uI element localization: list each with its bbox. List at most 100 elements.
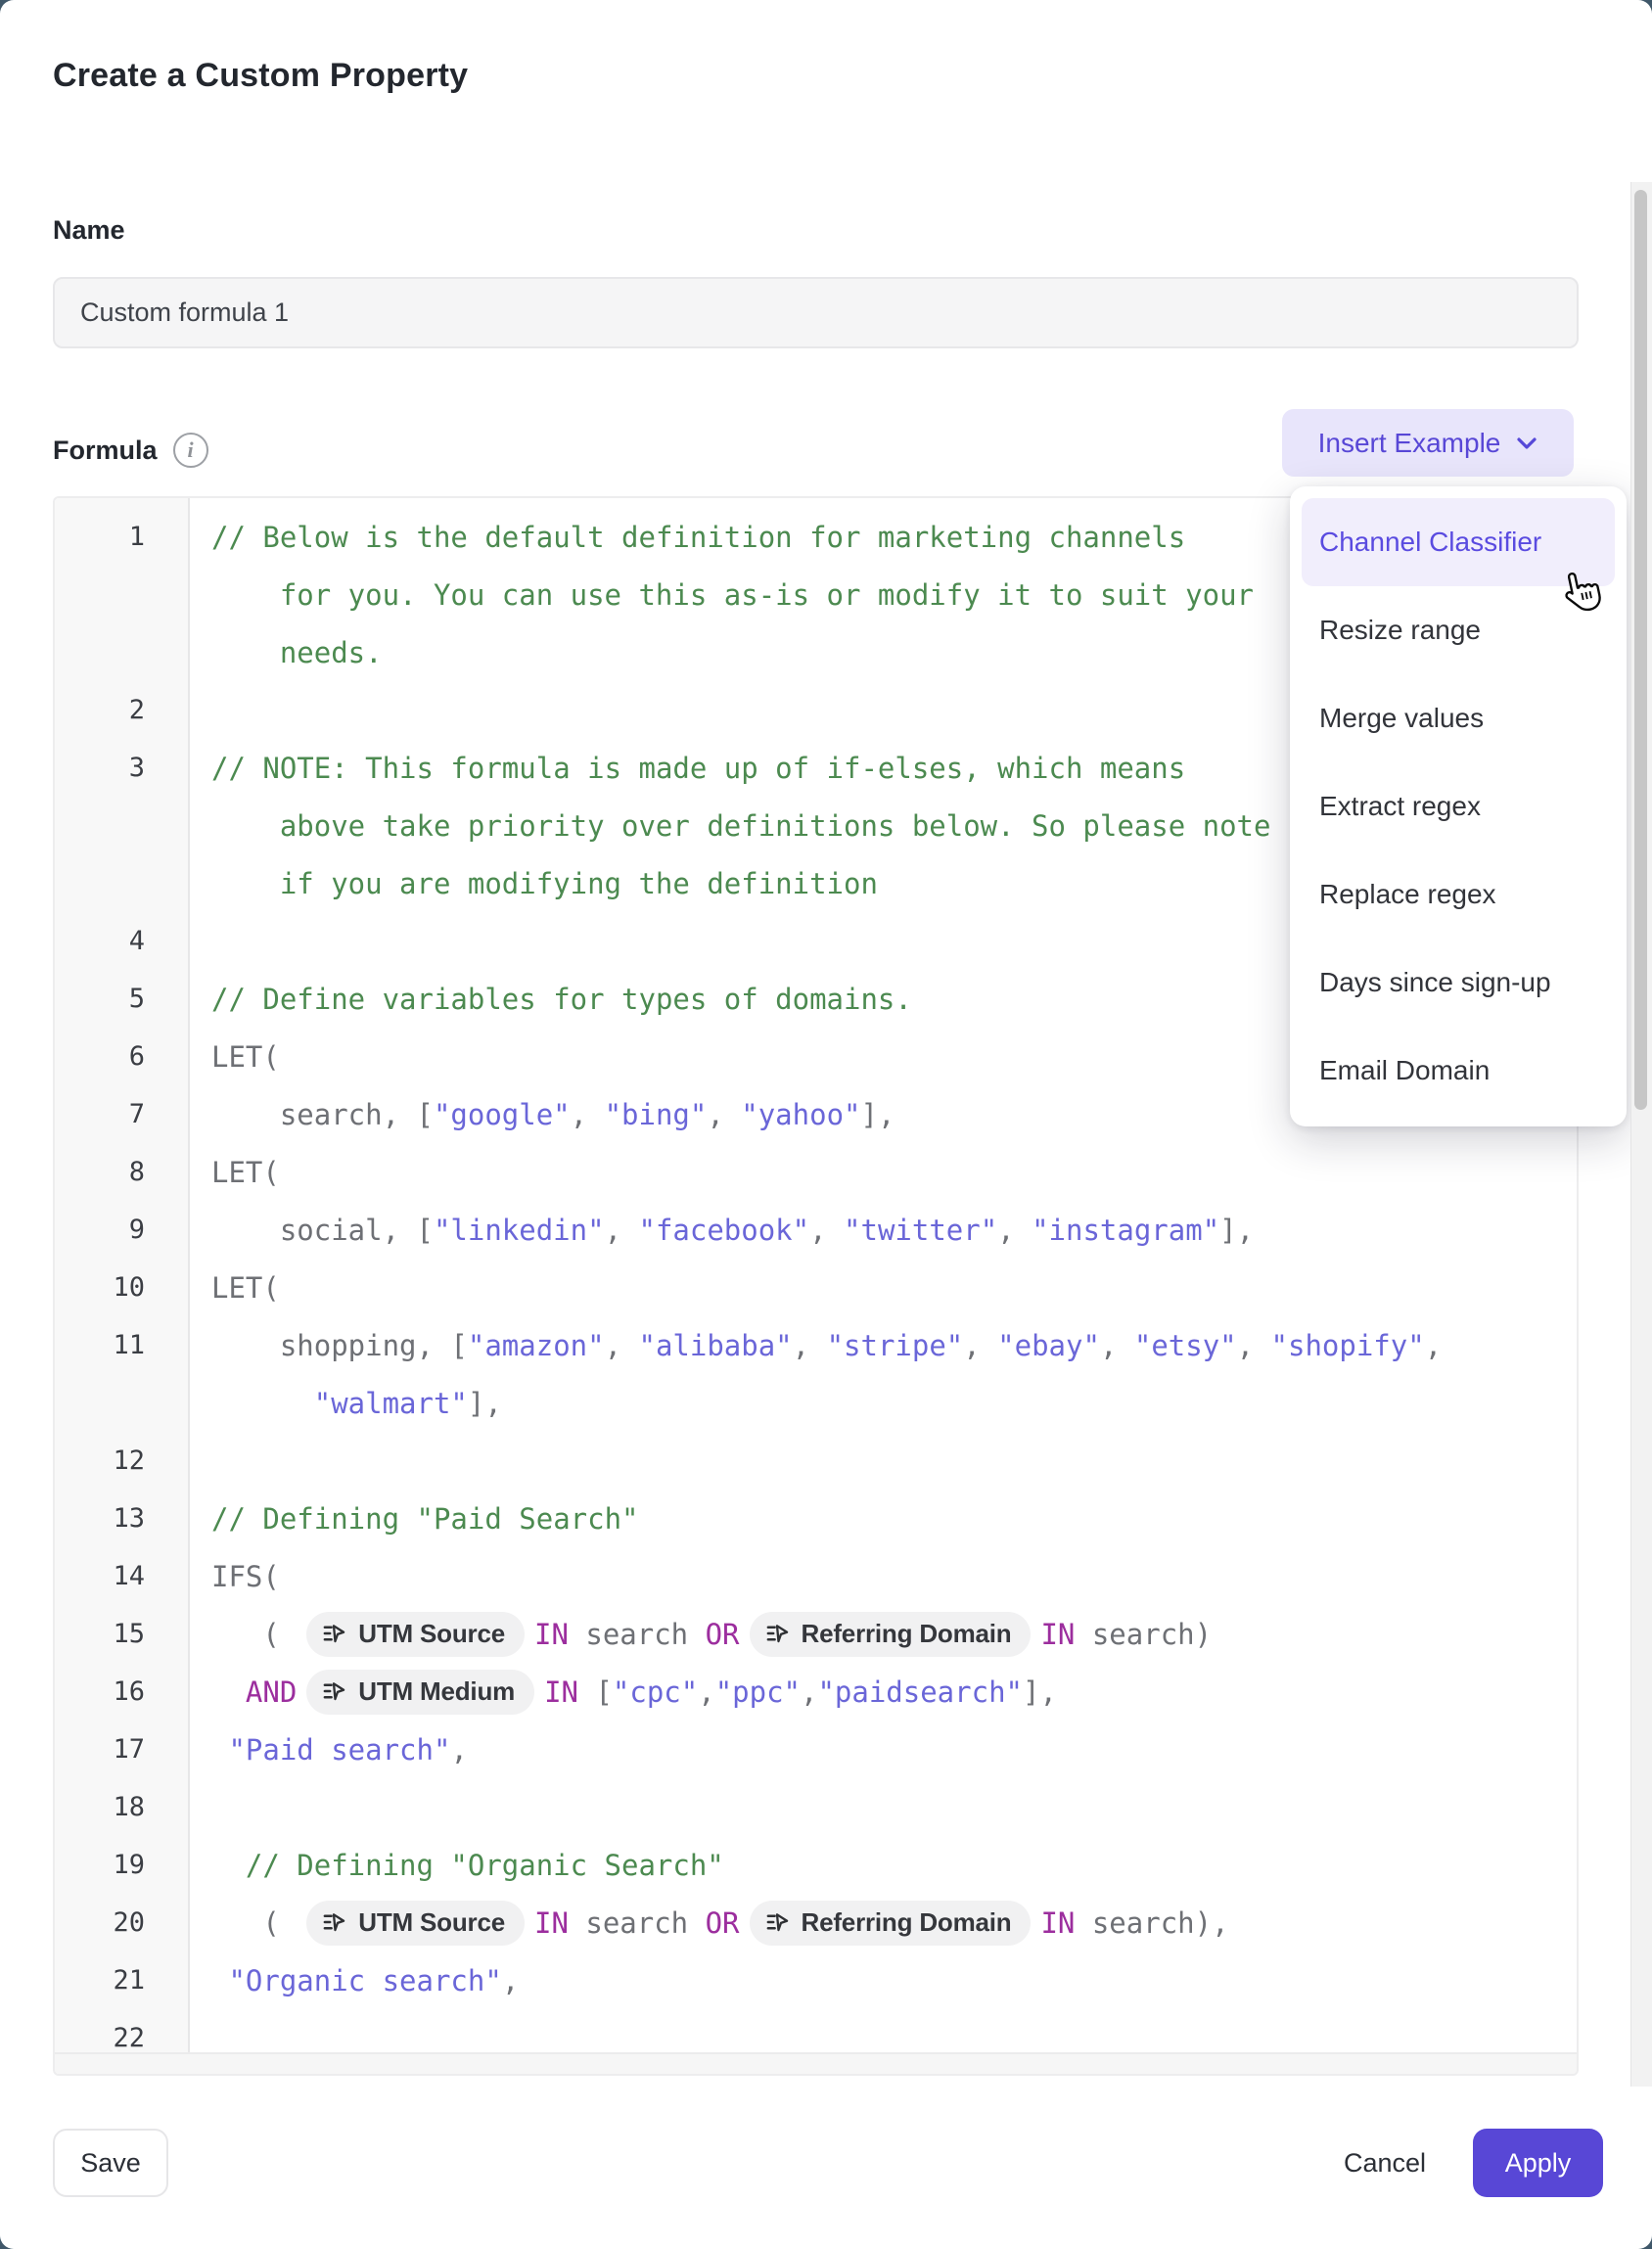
insert-example-label: Insert Example xyxy=(1318,428,1501,459)
code-segment: "yahoo" xyxy=(741,1098,860,1131)
code-segment: , xyxy=(605,1329,639,1362)
save-button[interactable]: Save xyxy=(53,2129,168,2197)
code-segment: , xyxy=(1425,1329,1442,1362)
code-line-content: LET( xyxy=(188,1271,280,1305)
line-number: 21 xyxy=(55,1965,188,1996)
code-segment: "Paid search" xyxy=(228,1733,450,1767)
code-segment: "stripe" xyxy=(827,1329,964,1362)
property-chip-label: UTM Source xyxy=(358,1619,505,1649)
code-line-content: search, ["google", "bing", "yahoo"], xyxy=(188,1098,895,1131)
insert-example-button[interactable]: Insert Example xyxy=(1282,409,1574,477)
property-chip-utm-source[interactable]: UTM Source xyxy=(306,1612,525,1657)
editor-horizontal-scrollbar[interactable] xyxy=(55,2052,1577,2074)
code-segment: OR xyxy=(706,1618,740,1651)
code-line-content: // Below is the default definition for m… xyxy=(188,521,1185,554)
code-segment: ], xyxy=(468,1387,502,1420)
code-segment: , xyxy=(1237,1329,1271,1362)
dialog-scrollbar-thumb[interactable] xyxy=(1634,190,1647,1110)
code-segment: for you. You can use this as-is or modif… xyxy=(280,578,1254,612)
name-input[interactable] xyxy=(53,277,1579,348)
menu-item-days-since-sign-up[interactable]: Days since sign-up xyxy=(1302,939,1615,1027)
code-segment: // NOTE: This formula is made up of if-e… xyxy=(211,752,1185,785)
code-segment: , xyxy=(793,1329,827,1362)
menu-item-replace-regex[interactable]: Replace regex xyxy=(1302,850,1615,939)
code-segment: , xyxy=(450,1733,467,1767)
line-number: 8 xyxy=(55,1157,188,1187)
code-line: 21"Organic search", xyxy=(55,1951,1577,2009)
code-segment: "twitter" xyxy=(844,1214,997,1247)
line-number: 5 xyxy=(55,984,188,1014)
code-segment: , xyxy=(707,1098,741,1131)
code-segment: "walmart" xyxy=(314,1387,468,1420)
code-segment: IN xyxy=(1040,1618,1075,1651)
line-number: 12 xyxy=(55,1446,188,1476)
line-number: 3 xyxy=(55,753,188,783)
line-number: 2 xyxy=(55,695,188,725)
property-chip-utm-source[interactable]: UTM Source xyxy=(306,1901,525,1946)
code-segment: // Below is the default definition for m… xyxy=(211,521,1185,554)
menu-item-email-domain[interactable]: Email Domain xyxy=(1302,1027,1615,1115)
line-number: 10 xyxy=(55,1272,188,1303)
code-segment: // Defining "Organic Search" xyxy=(246,1849,724,1882)
code-segment: , xyxy=(1100,1329,1134,1362)
property-chip-referring-domain[interactable]: Referring Domain xyxy=(750,1901,1032,1946)
code-segment: , xyxy=(698,1675,714,1709)
code-line-content: LET( xyxy=(188,1040,280,1074)
code-line-content: needs. xyxy=(188,636,383,669)
cancel-button[interactable]: Cancel xyxy=(1318,2129,1451,2197)
code-segment: "cpc" xyxy=(613,1675,698,1709)
code-segment: "google" xyxy=(434,1098,571,1131)
code-line: 10LET( xyxy=(55,1259,1577,1316)
menu-item-merge-values[interactable]: Merge values xyxy=(1302,674,1615,762)
code-segment: search), xyxy=(1075,1906,1228,1940)
code-segment: if you are modifying the definition xyxy=(280,867,878,900)
code-segment: "etsy" xyxy=(1134,1329,1237,1362)
code-line: 8LET( xyxy=(55,1143,1577,1201)
code-segment: search) xyxy=(1075,1618,1212,1651)
line-number: 4 xyxy=(55,926,188,956)
code-segment: ], xyxy=(860,1098,895,1131)
code-segment: "ebay" xyxy=(997,1329,1100,1362)
code-segment: ], xyxy=(1023,1675,1057,1709)
code-line-content: for you. You can use this as-is or modif… xyxy=(188,578,1254,612)
code-segment: IN xyxy=(534,1906,569,1940)
code-line-content: ANDUTM MediumIN ["cpc","ppc","paidsearch… xyxy=(188,1670,1057,1715)
property-chip-label: UTM Medium xyxy=(358,1676,515,1707)
info-icon[interactable]: i xyxy=(173,433,208,468)
code-line: 13// Defining "Paid Search" xyxy=(55,1490,1577,1547)
code-segment: "alibaba" xyxy=(639,1329,793,1362)
property-chip-label: Referring Domain xyxy=(802,1619,1012,1649)
code-segment: LET( xyxy=(211,1040,280,1074)
code-line-content: "Paid search", xyxy=(188,1733,468,1767)
code-line-content: above take priority over definitions bel… xyxy=(188,809,1270,843)
line-number: 15 xyxy=(55,1619,188,1649)
dialog-scrollbar-track xyxy=(1630,182,1652,2087)
name-label: Name xyxy=(53,215,125,246)
property-chip-utm-medium[interactable]: UTM Medium xyxy=(306,1670,534,1715)
code-segment: IFS( xyxy=(211,1560,280,1593)
property-icon xyxy=(765,1910,790,1935)
property-icon xyxy=(322,1622,346,1646)
code-segment: "linkedin" xyxy=(434,1214,605,1247)
create-custom-property-dialog: Create a Custom Property Name Formula i … xyxy=(0,0,1652,2249)
code-line-content: shopping, ["amazon", "alibaba", "stripe"… xyxy=(188,1329,1442,1362)
code-line-content: if you are modifying the definition xyxy=(188,867,878,900)
property-icon xyxy=(765,1622,790,1646)
code-line: 16ANDUTM MediumIN ["cpc","ppc","paidsear… xyxy=(55,1663,1577,1721)
menu-item-extract-regex[interactable]: Extract regex xyxy=(1302,762,1615,850)
dialog-title: Create a Custom Property xyxy=(53,57,468,95)
code-segment: shopping, [ xyxy=(280,1329,468,1362)
code-segment: , xyxy=(605,1214,639,1247)
code-segment: , xyxy=(502,1964,519,1997)
apply-button[interactable]: Apply xyxy=(1473,2129,1603,2197)
code-line-content: ( UTM SourceIN search ORReferring Domain… xyxy=(188,1612,1212,1657)
line-number: 14 xyxy=(55,1561,188,1591)
code-segment: "facebook" xyxy=(639,1214,810,1247)
code-segment: search xyxy=(569,1906,706,1940)
code-line: 17"Paid search", xyxy=(55,1721,1577,1778)
code-segment: above take priority over definitions bel… xyxy=(280,809,1271,843)
code-line: 18 xyxy=(55,1778,1577,1836)
property-chip-referring-domain[interactable]: Referring Domain xyxy=(750,1612,1032,1657)
code-segment: search, [ xyxy=(280,1098,434,1131)
line-number: 7 xyxy=(55,1099,188,1129)
